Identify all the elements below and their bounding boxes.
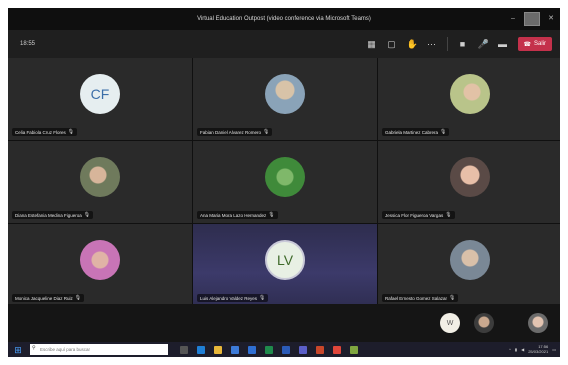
taskbar-search-input[interactable] — [30, 344, 168, 355]
leave-label: Salir — [533, 41, 546, 47]
participant-name: Gabriela Martinez Cabrera — [385, 129, 439, 135]
participant-avatar — [265, 157, 305, 197]
window-controls: – ✕ — [508, 12, 556, 26]
participant-name-label: Ana Maria Mora Lazo Hernandez 🎙 — [197, 211, 278, 219]
taskbar-apps — [180, 345, 358, 354]
network-icon[interactable]: ▮ — [515, 347, 517, 352]
participant-name-label: Celia Fabiola Cruz Flores 🎙 — [12, 128, 78, 136]
file-explorer-icon[interactable] — [214, 345, 222, 354]
search-icon: ⚲ — [32, 345, 36, 351]
powerpoint-icon[interactable] — [316, 345, 324, 354]
participant-name: Fabian Daniel Alvarez Romero — [200, 129, 262, 135]
self-view-thumbnail[interactable] — [524, 12, 540, 26]
task-view-icon[interactable] — [180, 345, 188, 354]
mic-muted-icon: 🎙 — [258, 295, 266, 301]
mic-muted-icon: 🎙 — [445, 212, 452, 218]
participant-avatar: CF — [80, 74, 120, 114]
participant-tile-active-speaker[interactable]: LV Luis Alejandro Valdez Reyes 🎙 — [193, 224, 377, 306]
participant-name: Luis Alejandro Valdez Reyes — [200, 295, 257, 301]
participant-tile[interactable]: Monica Jacqueline Diaz Ruiz 🎙 — [8, 224, 192, 306]
excel-icon[interactable] — [265, 345, 273, 354]
participant-name-label: Gabriela Martinez Cabrera 🎙 — [382, 128, 450, 136]
leave-button[interactable]: ☎ Salir — [517, 37, 552, 51]
toolbar-divider — [446, 37, 448, 51]
meeting-timer: 18:55 — [20, 41, 36, 47]
more-options-icon[interactable]: ⋯ — [427, 39, 437, 49]
chat-icon[interactable]: ▢ — [387, 39, 397, 49]
microphone-icon[interactable]: 🎤 — [478, 39, 489, 49]
phone-hangup-icon: ☎ — [523, 41, 531, 48]
participant-name-label: Jessica Flor Figueroa Vargas 🎙 — [382, 211, 455, 219]
close-button[interactable]: ✕ — [546, 14, 556, 24]
windows-start-icon[interactable]: ⊞ — [12, 344, 24, 356]
edge-icon[interactable] — [197, 345, 205, 354]
participant-tile[interactable]: Gabriela Martinez Cabrera 🎙 — [378, 58, 560, 140]
windows-taskbar: ⊞ ⚲ ^ ▮ ◀ 17:56 25/03/2021 ▭ — [8, 342, 560, 357]
participant-avatar — [80, 240, 120, 280]
participant-name-label: Fabian Daniel Alvarez Romero 🎙 — [197, 128, 273, 136]
clock-date: 25/03/2021 — [528, 348, 549, 354]
participant-tile[interactable]: Ana Maria Mora Lazo Hernandez 🎙 — [193, 141, 377, 223]
participant-name-label: Luis Alejandro Valdez Reyes 🎙 — [197, 294, 269, 302]
participant-name: Ana Maria Mora Lazo Hernandez — [200, 212, 267, 218]
participant-avatar: LV — [265, 240, 305, 280]
participant-tile[interactable]: Fabian Daniel Alvarez Romero 🎙 — [193, 58, 377, 140]
camera-icon[interactable]: ■ — [458, 39, 468, 49]
participant-avatar — [450, 157, 490, 197]
system-tray: ^ ▮ ◀ 17:56 25/03/2021 ▭ — [509, 344, 556, 354]
participant-name-label: Diana Estefania Medina Figueroa 🎙 — [12, 211, 94, 219]
mic-muted-icon: 🎙 — [263, 129, 270, 135]
mic-muted-icon: 🎙 — [67, 129, 75, 135]
title-bar: Virtual Education Outpost (video confere… — [8, 8, 560, 30]
participant-avatar — [450, 74, 490, 114]
share-screen-icon[interactable]: ▬ — [498, 39, 508, 49]
participant-name: Diana Estefania Medina Figueroa — [15, 212, 82, 218]
chevron-up-icon[interactable]: ^ — [509, 347, 511, 352]
word-icon[interactable] — [282, 345, 290, 354]
overflow-avatar-initial: W — [446, 319, 454, 327]
participant-name: Jessica Flor Figueroa Vargas — [385, 212, 444, 218]
volume-icon[interactable]: ◀ — [521, 347, 524, 352]
participant-name: Monica Jacqueline Diaz Ruiz — [15, 295, 73, 301]
participant-avatar — [80, 157, 120, 197]
participant-name-label: Monica Jacqueline Diaz Ruiz 🎙 — [12, 294, 85, 302]
participant-name-label: Rafael Ernesto Gomez Salazar 🎙 — [382, 294, 459, 302]
app-icon[interactable] — [350, 345, 358, 354]
teams-meeting-window: Virtual Education Outpost (video confere… — [8, 8, 560, 357]
overflow-participants-strip: W — [8, 304, 560, 342]
minimize-button[interactable]: – — [508, 14, 518, 24]
participant-tile[interactable]: Jessica Flor Figueroa Vargas 🎙 — [378, 141, 560, 223]
meeting-toolbar: 18:55 ▦ ▢ ✋ ⋯ ■ 🎤 ▬ ☎ Salir — [8, 30, 560, 58]
clock[interactable]: 17:56 25/03/2021 — [528, 344, 549, 354]
participant-name: Rafael Ernesto Gomez Salazar — [385, 295, 448, 301]
store-icon[interactable] — [231, 345, 239, 354]
participant-tile[interactable]: Rafael Ernesto Gomez Salazar 🎙 — [378, 224, 560, 306]
mic-muted-icon: 🎙 — [449, 295, 456, 301]
participant-grid: CF Celia Fabiola Cruz Flores 🎙 Fabian Dan… — [8, 58, 560, 306]
chrome-icon[interactable] — [333, 345, 341, 354]
toolbar-controls: ▦ ▢ ✋ ⋯ ■ 🎤 ▬ ☎ Salir — [367, 37, 552, 51]
overflow-avatar[interactable]: W — [440, 313, 460, 333]
mic-muted-icon: 🎙 — [74, 295, 82, 301]
mic-muted-icon: 🎙 — [83, 212, 91, 218]
teams-icon[interactable] — [299, 345, 307, 354]
participant-name: Celia Fabiola Cruz Flores — [15, 129, 66, 135]
notifications-icon[interactable]: ▭ — [552, 347, 556, 352]
window-title: Virtual Education Outpost (video confere… — [197, 16, 371, 22]
overflow-avatar[interactable] — [528, 313, 548, 333]
participant-tile[interactable]: CF Celia Fabiola Cruz Flores 🎙 — [8, 58, 192, 140]
mic-muted-icon: 🎙 — [440, 129, 447, 135]
participant-tile[interactable]: Diana Estefania Medina Figueroa 🎙 — [8, 141, 192, 223]
overflow-avatar[interactable] — [474, 313, 494, 333]
participants-icon[interactable]: ▦ — [367, 39, 377, 49]
mail-icon[interactable] — [248, 345, 256, 354]
mic-muted-icon: 🎙 — [268, 212, 275, 218]
participant-avatar — [450, 240, 490, 280]
raise-hand-icon[interactable]: ✋ — [407, 39, 418, 49]
participant-avatar — [265, 74, 305, 114]
